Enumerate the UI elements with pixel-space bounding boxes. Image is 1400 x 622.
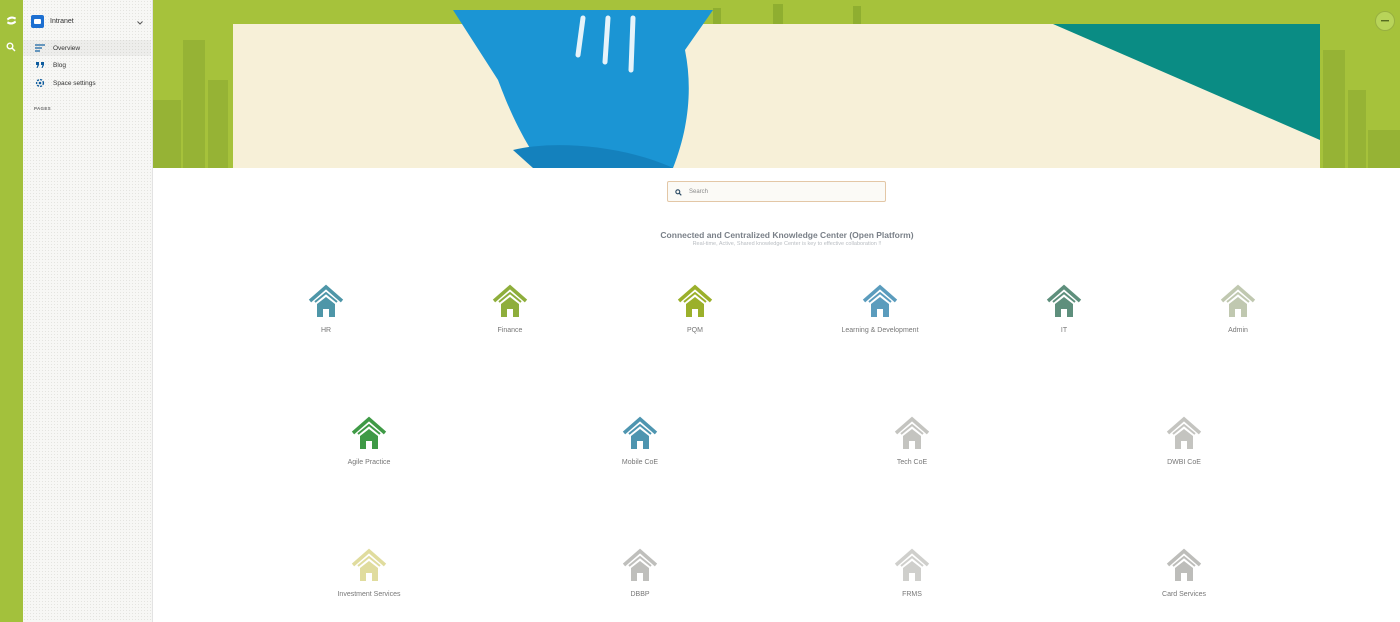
nav-item-blog[interactable]: Blog [23,57,151,73]
tile-hr[interactable]: HR [256,284,396,334]
tile-label: DBBP [630,591,650,598]
nav-label-blog: Blog [53,61,67,69]
tile-label: PQM [687,327,703,334]
tile-learning-development[interactable]: Learning & Development [810,284,950,334]
house-icon [308,284,344,317]
tile-label: Mobile CoE [621,459,659,466]
tile-label: FRMS [902,591,922,598]
nav-label-space-settings: Space settings [53,79,96,87]
header-banner-image [153,0,1400,168]
tile-label: Card Services [1162,591,1206,598]
nav-item-space-settings[interactable]: Space settings [23,75,151,91]
tile-label: Tech CoE [896,459,928,466]
chevron-down-icon [137,12,143,30]
gear-icon [34,78,45,89]
tile-label: Agile Practice [347,459,391,466]
page-subtitle: Real-time, Active, Shared knowledge Cent… [692,241,882,247]
search-input[interactable]: Search [667,181,886,202]
tile-admin[interactable]: Admin [1168,284,1308,334]
house-icon [894,548,930,581]
search-placeholder: Search [689,188,709,195]
confluence-logo-icon[interactable] [2,11,20,29]
quote-icon [34,60,45,71]
house-icon [1166,416,1202,449]
tile-dbbp[interactable]: DBBP [570,548,710,598]
tile-label: IT [1060,327,1068,334]
house-icon [351,416,387,449]
tile-card-services[interactable]: Card Services [1114,548,1254,598]
house-icon [351,548,387,581]
house-icon [622,416,658,449]
overview-lines-icon [34,43,45,54]
tile-label: Investment Services [337,591,401,598]
nav-item-overview[interactable]: Overview [23,40,151,56]
space-sidebar: Intranet Overview Blog Space settings PA… [23,0,153,622]
tile-dwbi-coe[interactable]: DWBI CoE [1114,416,1254,466]
page-title: Connected and Centralized Knowledge Cent… [660,230,914,240]
house-icon [1046,284,1082,317]
tile-label: DWBI CoE [1167,459,1201,466]
tile-investment-services[interactable]: Investment Services [299,548,439,598]
app-window: Intranet Overview Blog Space settings PA… [0,0,1400,622]
nav-label-overview: Overview [53,44,81,52]
tile-label: Finance [497,327,523,334]
tile-it[interactable]: IT [994,284,1134,334]
house-icon [894,416,930,449]
tile-label: Admin [1228,327,1248,334]
house-icon [1166,548,1202,581]
house-icon [622,548,658,581]
tile-label: Learning & Development [841,327,919,334]
collapse-icon[interactable] [1375,11,1395,31]
search-icon[interactable] [2,38,20,56]
space-logo-icon [31,14,44,28]
tile-label: HR [320,327,332,334]
tile-tech-coe[interactable]: Tech CoE [842,416,982,466]
space-name: Intranet [50,17,74,25]
tile-mobile-coe[interactable]: Mobile CoE [570,416,710,466]
house-icon [492,284,528,317]
tile-agile-practice[interactable]: Agile Practice [299,416,439,466]
house-icon [1220,284,1256,317]
tile-finance[interactable]: Finance [440,284,580,334]
tile-pqm[interactable]: PQM [625,284,765,334]
tile-frms[interactable]: FRMS [842,548,982,598]
global-sidebar-rail [0,0,23,622]
house-icon [677,284,713,317]
house-icon [862,284,898,317]
search-icon [675,183,682,201]
pages-section-label: PAGES [34,106,51,111]
space-switcher[interactable]: Intranet [31,11,145,31]
